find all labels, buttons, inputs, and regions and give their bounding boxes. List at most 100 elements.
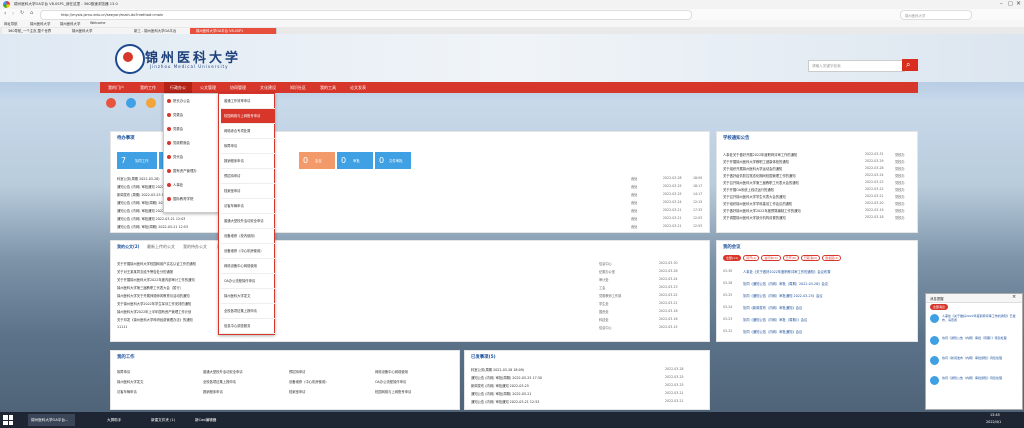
bookmark-item[interactable]: 锦州医科大学 <box>60 21 80 26</box>
taskbar-item[interactable]: 新Cad编辑器 <box>192 414 239 426</box>
maximize-icon[interactable]: □ <box>1008 1 1013 7</box>
mywork-item[interactable]: 网络设备中心网络使用 <box>375 369 455 374</box>
dropdown-item[interactable]: 院长办公会 <box>167 96 217 106</box>
quick-icon[interactable] <box>146 98 156 108</box>
submenu-item[interactable]: 锦州医科大学发文 <box>221 289 275 304</box>
dropdown-item[interactable]: 国有资产管理办 <box>167 166 217 176</box>
docs-tab[interactable]: 我的待办公文 <box>183 244 207 250</box>
nav-item[interactable]: 我的工作 <box>134 82 162 93</box>
site-search-button[interactable]: ⌕ <box>902 59 918 71</box>
minimize-icon[interactable]: – <box>1000 1 1003 7</box>
nav-item-active[interactable]: 行政办公 <box>164 82 192 93</box>
todo-row[interactable]: 通知公告 (内网) 审批(周期) 2022-03-21 12:53 <box>117 224 188 229</box>
dropdown-item[interactable]: 党委会 <box>167 110 217 120</box>
mywork-item[interactable]: 锦州医科大学发文 <box>117 379 201 384</box>
nav-item[interactable]: 论文发表 <box>344 82 372 93</box>
news-row[interactable]: 关于组织开展锦州医科大学运动会的通知 <box>723 166 861 171</box>
submenu-item[interactable]: 信息中心调查服务 <box>221 319 275 334</box>
mywork-item[interactable]: 档案室申请 <box>289 389 373 394</box>
dropdown-item[interactable]: 国际教育学院 <box>167 194 217 204</box>
meeting-filter-pill[interactable]: 进行中(0) <box>761 255 781 261</box>
mywork-item[interactable]: 报销程序申请 <box>203 389 287 394</box>
todo-row[interactable]: 通知公告 (内网) 审批通知 2022-03-21 12:03 <box>117 216 185 221</box>
nav-item[interactable]: 文化建设 <box>254 82 282 93</box>
meeting-filter-pill[interactable]: 我发起(2) <box>822 255 842 261</box>
submenu-item[interactable]: 全校各项征集上报申请 <box>221 304 275 319</box>
mywork-item[interactable]: 校园网络与上网账号申请 <box>375 389 455 394</box>
submenu-item[interactable]: OA办公流程操作申请 <box>221 274 275 289</box>
news-row[interactable]: 关于做好锦州医科大学2022年度预算编制工作的通知 <box>723 208 861 213</box>
sent-row[interactable]: 通知公告 (内网) 审批(周期) 2022-03-21 <box>471 391 641 396</box>
meeting-row[interactable]: 协同《通知公告（内网）审批（周期）》会议 <box>743 317 911 322</box>
mywork-item[interactable]: 访客车辆申请 <box>117 389 201 394</box>
meeting-row[interactable]: 协同《通知公告（内网）审批（周期）2022-03-28》会议 <box>743 281 911 286</box>
mywork-item[interactable]: 设备维修（中心机房使用） <box>289 379 373 384</box>
news-row[interactable]: 关于做好疫情防控常态化期间校园管理工作的通知 <box>723 173 861 178</box>
dropdown-item[interactable]: 人事处 <box>167 180 217 190</box>
news-row[interactable]: 关于组织锦州医科大学学科建设工作会议的通知 <box>723 201 861 206</box>
submenu-item[interactable]: 普通工作效率申请 <box>221 94 275 109</box>
nav-item[interactable]: 我的工具 <box>314 82 342 93</box>
news-row[interactable]: 关于召开锦州医科大学第三届教职工代表大会的通知 <box>723 180 861 185</box>
nav-item[interactable]: 我的门户 <box>102 82 130 93</box>
submenu-item[interactable]: 报销程序申请 <box>221 154 275 169</box>
submenu-item[interactable]: 普通大型校外活动安全申请 <box>221 214 275 229</box>
meeting-row[interactable]: 协同《通知公告（内网）审批通知》会议 <box>743 329 911 334</box>
news-row[interactable]: 关于开展OA系统上线试运行的通知 <box>723 187 861 192</box>
dropdown-item[interactable]: 党代会 <box>167 152 217 162</box>
quick-icon[interactable] <box>126 98 136 108</box>
submenu-item[interactable]: 网络设备中心网络使用 <box>221 259 275 274</box>
news-row[interactable]: 关于召开锦州医科大学学生代表大会的通知 <box>723 194 861 199</box>
bookmark-item[interactable]: 网址导航 <box>4 21 18 26</box>
sent-row[interactable]: 通知公告 (内网) 审批(周期) 2022-03-25 17:30 <box>471 375 641 380</box>
meeting-filter-pill[interactable]: 已开(8) <box>782 255 799 261</box>
popup-item[interactable]: 协同《通知公告（内网）审批通知》待您处理 <box>942 376 1018 392</box>
close-window-icon[interactable]: × <box>1016 0 1021 7</box>
todo-box[interactable]: 0 文件审批 <box>375 152 411 169</box>
bookmark-item[interactable]: 锦州医科大学 <box>30 21 50 26</box>
submenu-item-highlighted[interactable]: 校园网络与上网账号申请 <box>221 109 275 124</box>
mywork-item[interactable]: 预招待申请 <box>289 369 373 374</box>
site-search-input[interactable]: 请输入关键字检索 <box>808 60 905 72</box>
taskbar-item[interactable]: 新建文件夹 (1) <box>148 414 191 426</box>
todo-row[interactable]: 科室公务(周期 2022-03-28) <box>117 176 160 181</box>
meeting-row[interactable]: 协同《新闻发布（内网）审批通知》会议 <box>743 305 911 310</box>
back-icon[interactable]: ‹ <box>4 10 6 17</box>
submenu-item[interactable]: 设备维修（中心机房使用） <box>221 244 275 259</box>
submenu-item[interactable]: 档案室申请 <box>221 184 275 199</box>
meeting-filter-pill[interactable]: 已取消(0) <box>800 255 821 261</box>
address-bar[interactable]: http://mysis.jzmu.edu.cn/seeyon/main.do?… <box>40 10 692 20</box>
news-row[interactable]: 人事处关于做好开展2022年度职称评审工作的通知 <box>723 152 861 157</box>
mywork-item[interactable]: 普通大型校外活动安全申请 <box>203 369 287 374</box>
popup-item[interactable]: 协同《新闻发布（内网）审批通知》待您处理 <box>942 356 1018 372</box>
popup-tab[interactable]: 全部消息 <box>930 304 949 310</box>
submenu-item[interactable]: 设备维修（校内使用） <box>221 229 275 244</box>
meeting-row[interactable]: 人事处《关于做好2022年度职称评审工作的通知》会议布置 <box>743 269 911 274</box>
mywork-item[interactable]: OA办公流程操作申请 <box>375 379 455 384</box>
bookmark-item[interactable]: Welcome <box>90 21 106 25</box>
forward-icon[interactable]: › <box>12 10 14 17</box>
popup-item[interactable]: 协同《通知公告（内网）审批（周期）》待您处理 <box>942 336 1018 352</box>
news-row[interactable]: 关于调整锦州医科大学部分机构设置的通知 <box>723 215 861 220</box>
sent-row[interactable]: 通知公告 (内网) 审批通知 2022-03-21 12:53 <box>471 399 641 404</box>
mywork-item[interactable]: 全校各项征集上报申请 <box>203 379 287 384</box>
quick-icon[interactable] <box>106 98 116 108</box>
meeting-filter-pill[interactable]: 待开(1) <box>743 255 760 261</box>
submenu-item[interactable]: 预招待申请 <box>221 169 275 184</box>
docs-tab-active[interactable]: 我的公文(2) <box>117 244 139 250</box>
sent-row[interactable]: 新闻发布 (内网) 审批通知 2022-03-25 <box>471 383 641 388</box>
browser-search-box[interactable]: 锦州医科大学 <box>900 10 972 20</box>
todo-box[interactable]: 7 协同工作 <box>117 152 157 169</box>
popup-close-icon[interactable]: × <box>1012 294 1016 300</box>
submenu-item[interactable]: 网络综合专项处置 <box>221 124 275 139</box>
home-icon[interactable]: ⌂ <box>30 10 33 16</box>
sent-row[interactable]: 科室公务(周期 2022-03-28 18:09) <box>471 367 641 372</box>
mywork-item[interactable]: 故障申请 <box>117 369 201 374</box>
reload-icon[interactable]: ↻ <box>20 10 24 16</box>
todo-box[interactable]: 0 会议 <box>299 152 335 169</box>
nav-item[interactable]: 公文管理 <box>194 82 222 93</box>
dropdown-item[interactable]: 党政联席会 <box>167 138 217 148</box>
dropdown-item[interactable]: 党委会 <box>167 124 217 134</box>
taskbar-item[interactable]: 锦州医科大学OA平台... <box>28 414 75 426</box>
windows-start-icon[interactable] <box>3 415 13 425</box>
